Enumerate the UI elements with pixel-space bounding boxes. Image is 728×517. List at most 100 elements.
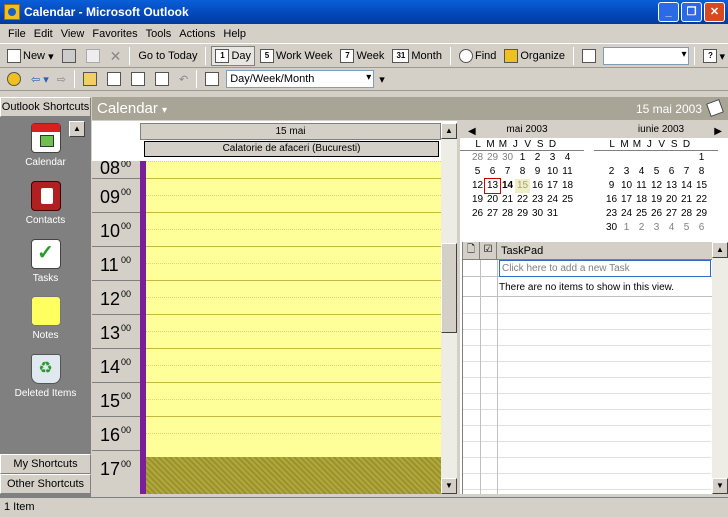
- day-cell[interactable]: 29: [515, 207, 530, 221]
- day-cell[interactable]: 20: [485, 193, 500, 207]
- day-cell[interactable]: 24: [545, 193, 560, 207]
- day-cell[interactable]: 12: [649, 179, 664, 193]
- day-cell[interactable]: 19: [649, 193, 664, 207]
- day-cell[interactable]: 27: [664, 207, 679, 221]
- new-button[interactable]: New ▾: [4, 46, 57, 66]
- day-cell[interactable]: 9: [530, 165, 545, 179]
- day-cell[interactable]: 23: [604, 207, 619, 221]
- toolbar-options-chevron[interactable]: ▾: [376, 69, 388, 89]
- scroll-down-button[interactable]: ▼: [441, 478, 457, 494]
- minimize-button[interactable]: _: [658, 2, 679, 22]
- day-cell[interactable]: 4: [560, 151, 575, 165]
- delete-button[interactable]: ✕: [107, 46, 125, 66]
- undo-button[interactable]: ↶: [176, 69, 191, 89]
- day-cell[interactable]: 3: [649, 221, 664, 235]
- day-cell[interactable]: 10: [619, 179, 634, 193]
- organize-button[interactable]: Organize: [501, 46, 568, 66]
- shortcut-notes[interactable]: Notes: [0, 296, 91, 341]
- day-cell[interactable]: 26: [649, 207, 664, 221]
- day-cell[interactable]: 9: [604, 179, 619, 193]
- outlook-shortcuts-header[interactable]: Outlook Shortcuts: [0, 97, 91, 117]
- current-view-button[interactable]: [202, 69, 224, 89]
- shortcut-tasks[interactable]: ✓ Tasks: [0, 239, 91, 284]
- day-cell[interactable]: 16: [530, 179, 545, 193]
- day-cell[interactable]: 29: [485, 151, 500, 165]
- day-cell[interactable]: 2: [604, 165, 619, 179]
- folder-title[interactable]: Calendar ▾: [97, 100, 167, 117]
- scroll-thumb[interactable]: [441, 243, 457, 333]
- day-cell[interactable]: 22: [515, 193, 530, 207]
- shortcut-contacts[interactable]: Contacts: [0, 181, 91, 226]
- day-cell[interactable]: 29: [694, 207, 709, 221]
- menu-favorites[interactable]: Favorites: [88, 28, 141, 40]
- day-cell[interactable]: 8: [515, 165, 530, 179]
- day-cell[interactable]: 2: [634, 221, 649, 235]
- my-shortcuts-button[interactable]: My Shortcuts: [0, 454, 91, 474]
- shortcut-calendar[interactable]: Calendar: [0, 123, 91, 168]
- day-cell[interactable]: 5: [649, 165, 664, 179]
- day-cell[interactable]: 6: [694, 221, 709, 235]
- day-cell[interactable]: 7: [679, 165, 694, 179]
- day-cell[interactable]: 3: [619, 165, 634, 179]
- day-cell-today[interactable]: 13: [484, 178, 501, 194]
- move-to-folder-button[interactable]: [83, 46, 105, 66]
- day-cell[interactable]: 10: [545, 165, 560, 179]
- restore-button[interactable]: ❐: [681, 2, 702, 22]
- day-cell[interactable]: 24: [619, 207, 634, 221]
- day-cell[interactable]: 5: [470, 165, 485, 179]
- day-cell[interactable]: [560, 207, 575, 221]
- month-view-button[interactable]: 31 Month: [389, 46, 445, 66]
- day-cell[interactable]: 20: [664, 193, 679, 207]
- scroll-up-button[interactable]: ▲: [712, 242, 728, 258]
- day-cell[interactable]: 6: [664, 165, 679, 179]
- day-cell[interactable]: 16: [604, 193, 619, 207]
- day-cell[interactable]: 2: [530, 151, 545, 165]
- day-cell[interactable]: 18: [560, 179, 575, 193]
- next-month-arrow-icon[interactable]: ▶: [714, 123, 722, 140]
- day-cell[interactable]: 11: [634, 179, 649, 193]
- day-cell[interactable]: 14: [679, 179, 694, 193]
- day-cell[interactable]: 28: [500, 207, 515, 221]
- day-view-button[interactable]: 1 Day: [211, 46, 256, 66]
- day-cell[interactable]: 6: [485, 165, 500, 179]
- menu-edit[interactable]: Edit: [30, 28, 57, 40]
- day-view-scrollbar[interactable]: ▲ ▼: [441, 123, 457, 494]
- taskpad-title[interactable]: TaskPad: [497, 245, 543, 257]
- find-button[interactable]: Find: [456, 46, 499, 66]
- menu-file[interactable]: File: [4, 28, 30, 40]
- new-task-input[interactable]: Click here to add a new Task: [499, 259, 711, 277]
- outlook-today-button[interactable]: [4, 69, 26, 89]
- day-cell[interactable]: 5: [679, 221, 694, 235]
- scroll-up-button[interactable]: ▲: [441, 123, 457, 139]
- day-cell[interactable]: 23: [530, 193, 545, 207]
- day-cell[interactable]: 21: [500, 193, 515, 207]
- time-slot-grid[interactable]: [146, 161, 441, 494]
- day-cell[interactable]: 1: [694, 151, 709, 165]
- taskpad-rows[interactable]: [463, 298, 711, 494]
- day-cell[interactable]: 26: [470, 207, 485, 221]
- menu-view[interactable]: View: [57, 28, 89, 40]
- go-to-today-button[interactable]: Go to Today: [135, 46, 200, 66]
- other-shortcuts-button[interactable]: Other Shortcuts: [0, 474, 91, 494]
- day-cell[interactable]: 30: [530, 207, 545, 221]
- day-cell[interactable]: 1: [619, 221, 634, 235]
- day-cell[interactable]: 12: [470, 179, 485, 193]
- all-day-event[interactable]: Calatorie de afaceri (Bucuresti): [144, 141, 439, 157]
- day-cell[interactable]: 8: [694, 165, 709, 179]
- print-button[interactable]: [59, 46, 81, 66]
- forward-button[interactable]: ⇨: [54, 69, 69, 89]
- day-cell[interactable]: 18: [634, 193, 649, 207]
- complete-column[interactable]: ☑: [480, 241, 497, 260]
- menu-actions[interactable]: Actions: [175, 28, 219, 40]
- folder-list-button[interactable]: [104, 69, 126, 89]
- back-button[interactable]: ⇦ ▾: [28, 69, 52, 89]
- day-cell-selected[interactable]: 15: [515, 179, 530, 193]
- day-cell[interactable]: 28: [679, 207, 694, 221]
- prev-month-arrow-icon[interactable]: ◀: [468, 123, 476, 140]
- close-button[interactable]: ✕: [704, 2, 725, 22]
- print-preview-button[interactable]: [152, 69, 174, 89]
- scroll-down-button[interactable]: ▼: [712, 478, 728, 494]
- day-cell[interactable]: 28: [470, 151, 485, 165]
- shortcut-deleted-items[interactable]: ♻ Deleted Items: [0, 354, 91, 399]
- day-cell[interactable]: 13: [664, 179, 679, 193]
